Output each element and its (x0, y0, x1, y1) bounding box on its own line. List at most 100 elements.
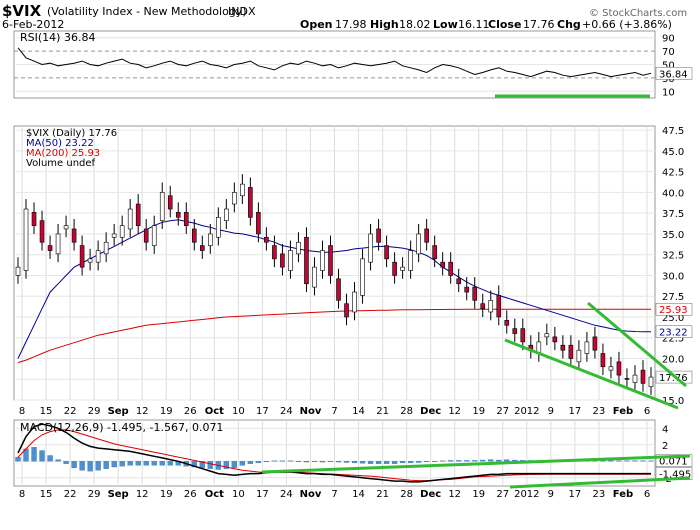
macd-histogram-bar (247, 461, 254, 464)
quote-date: 6-Feb-2012 (2, 18, 64, 31)
macd-histogram-bar (159, 461, 165, 466)
candle-body (23, 208, 29, 271)
high-label: High (370, 18, 399, 31)
macd-histogram-bar (303, 461, 310, 463)
price-tick-label: 30.0 (662, 271, 684, 282)
candle-body (472, 286, 478, 301)
low-value: 16.11 (458, 18, 490, 31)
candle-body (504, 319, 510, 326)
macd-histogram-bar (39, 450, 45, 462)
macd-histogram-bar (335, 461, 342, 463)
x-tick-label: 22 (64, 406, 77, 417)
candle-body (456, 278, 461, 285)
x-tick-label: 12 (136, 406, 149, 417)
x-tick-label: 28 (400, 406, 413, 417)
macd-histogram-bar (167, 461, 173, 466)
candle-body (424, 228, 429, 243)
candle-body (576, 349, 582, 363)
candle-body (368, 233, 373, 263)
x-tick-label: 29 (88, 489, 101, 500)
macd-histogram-bar (239, 461, 246, 466)
candle-body (248, 187, 253, 218)
macd-histogram-bar (47, 455, 53, 462)
macd-histogram-bar (399, 461, 406, 464)
macd-histogram-bar (632, 460, 638, 462)
macd-histogram-bar (391, 461, 398, 464)
x-tick-label: 26 (184, 489, 197, 500)
candle-body (400, 266, 405, 271)
x-tick-label: Sep (108, 489, 129, 500)
macd-histogram-bar (504, 459, 510, 462)
candle-body (87, 258, 93, 263)
macd-histogram-bar (407, 461, 414, 464)
close-value: 17.76 (523, 18, 555, 31)
candle-body (264, 236, 269, 243)
candle-body (360, 258, 365, 296)
macd-histogram-bar (415, 461, 422, 463)
x-tick-label: 23 (593, 406, 606, 417)
x-tick-label: 17 (569, 406, 582, 417)
candle-body (600, 353, 606, 368)
x-tick-label: 27 (496, 489, 509, 500)
candle-body (560, 344, 566, 351)
x-tick-label: 8 (19, 489, 25, 500)
macd-histogram-bar (287, 460, 294, 462)
macd-histogram-bar (55, 459, 61, 462)
candle-body (135, 203, 141, 226)
macd-histogram-bar (151, 461, 157, 466)
x-tick-label: 14 (352, 406, 365, 417)
candle-body (584, 341, 590, 354)
candle-body (175, 212, 181, 218)
rsi-last-value: 36.84 (659, 69, 688, 80)
macd-histogram-bar (351, 461, 358, 464)
candle-body (416, 233, 421, 255)
candle-body (408, 250, 413, 271)
macd-histogram-bar (15, 456, 21, 462)
candle-body (520, 328, 526, 343)
candle-body (496, 295, 502, 318)
ohlc-row: Open 17.98 High 18.02 Low 16.11 Close 17… (300, 18, 672, 31)
candle-body (55, 233, 61, 255)
price-tick-label: 27.5 (662, 292, 684, 303)
candle-body (199, 245, 205, 251)
macd-histogram-bar (119, 461, 125, 467)
macd-histogram-bar (135, 461, 141, 466)
ma50-last-value: 23.22 (659, 328, 688, 339)
macd-histogram-bar (488, 459, 494, 462)
macd-histogram-bar (207, 461, 213, 469)
macd-histogram-bar (279, 460, 286, 462)
x-tick-label: 24 (280, 406, 293, 417)
x-tick-label: 17 (256, 489, 269, 500)
macd-histogram-bar (87, 461, 93, 472)
candle-body (544, 333, 550, 338)
candle-body (79, 245, 85, 268)
price-tick-label: 40.0 (662, 188, 684, 199)
candle-body (352, 291, 357, 313)
candle-body (592, 336, 598, 351)
macd-histogram-bar (255, 461, 262, 464)
x-tick-label: Feb (613, 406, 633, 417)
candle-body (191, 228, 197, 243)
price-tick-label: 45.0 (662, 147, 684, 158)
macd-histogram-bar (127, 461, 133, 466)
macd-histogram-bar (640, 460, 646, 462)
x-tick-label: 29 (88, 406, 101, 417)
x-tick-label: 21 (376, 489, 389, 500)
x-tick-label: 28 (400, 489, 413, 500)
x-tick-label: 12 (448, 406, 461, 417)
candle-body (480, 303, 486, 309)
x-tick-label: 24 (280, 489, 293, 500)
candle-body (119, 225, 125, 238)
candle-body (143, 228, 149, 243)
candle-body (39, 220, 45, 243)
candle-body (63, 225, 69, 230)
x-tick-label: 8 (19, 406, 25, 417)
x-tick-label: Nov (300, 489, 322, 500)
open-value: 17.98 (335, 18, 367, 31)
chg-label: Chg (557, 18, 581, 31)
candle-body (448, 261, 453, 276)
candle-body (167, 195, 173, 210)
macd-histogram-bar (423, 461, 430, 462)
price-tick-label: 42.5 (662, 168, 684, 179)
macd-histogram-bar (327, 461, 334, 462)
